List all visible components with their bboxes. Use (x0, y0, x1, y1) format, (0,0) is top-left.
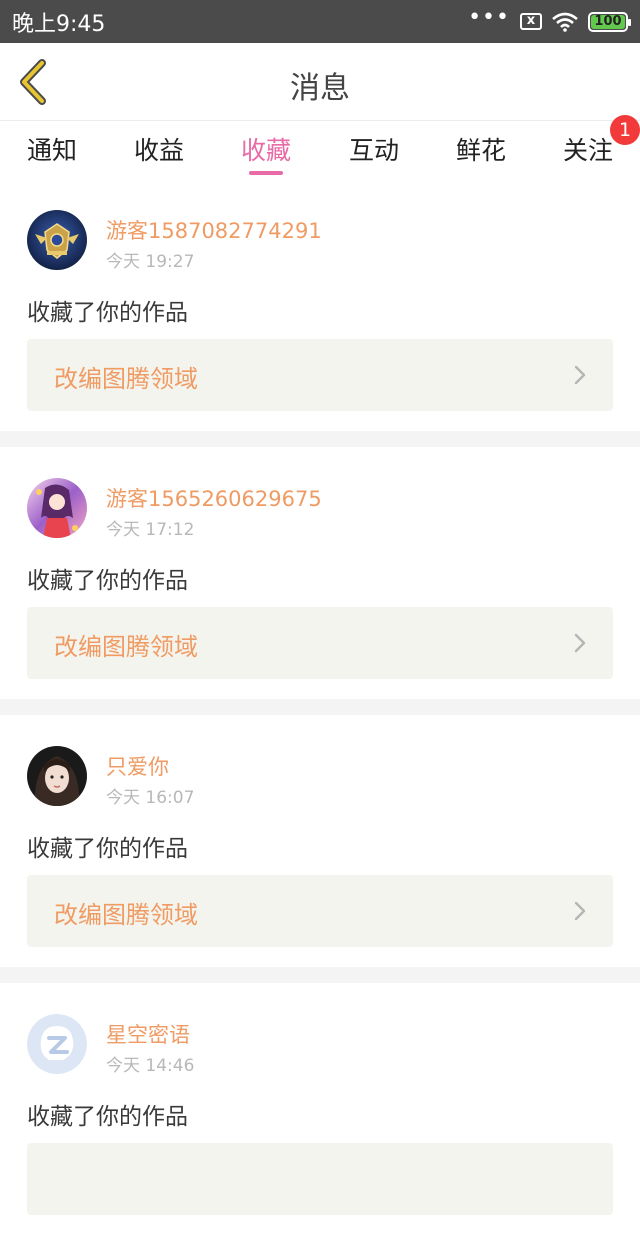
message-card: 游客1587082774291 今天 19:27 收藏了你的作品 改编图腾领域 (0, 179, 640, 431)
battery-icon: 100 (588, 11, 631, 32)
avatar[interactable] (27, 478, 87, 538)
tab-bar: 通知 收益 收藏 互动 鲜花 关注 1 (0, 115, 640, 179)
default-avatar-icon (27, 1014, 87, 1074)
tab-earnings[interactable]: 收益 (119, 131, 199, 167)
username[interactable]: 游客1565260629675 (106, 483, 322, 513)
tab-notifications[interactable]: 通知 (12, 131, 92, 167)
work-link[interactable]: 改编图腾领域 (27, 875, 613, 947)
header: 消息 (0, 43, 640, 121)
message-time: 今天 19:27 (106, 252, 195, 272)
work-title: 改编图腾领域 (54, 901, 198, 929)
avatar[interactable] (27, 210, 87, 270)
username[interactable]: 只爱你 (106, 751, 169, 781)
active-tab-indicator (249, 171, 283, 175)
message-card: 游客1565260629675 今天 17:12 收藏了你的作品 改编图腾领域 (0, 447, 640, 699)
portrait-avatar-icon (27, 746, 87, 806)
message-text: 收藏了你的作品 (27, 1104, 188, 1130)
status-bar: 晚上9:45 ••• x 100 (0, 0, 640, 43)
sim-icon: x (520, 13, 542, 30)
chevron-right-icon (574, 633, 586, 653)
divider (0, 967, 640, 983)
message-card: 只爱你 今天 16:07 收藏了你的作品 改编图腾领域 (0, 715, 640, 967)
message-time: 今天 14:46 (106, 1056, 195, 1076)
message-list: 游客1587082774291 今天 19:27 收藏了你的作品 改编图腾领域 (0, 179, 640, 1235)
username[interactable]: 游客1587082774291 (106, 215, 322, 245)
work-link[interactable]: 改编图腾领域 (27, 339, 613, 411)
work-link[interactable] (27, 1143, 613, 1215)
battery-level: 100 (591, 14, 625, 29)
divider (0, 699, 640, 715)
message-time: 今天 17:12 (106, 520, 195, 540)
work-link[interactable]: 改编图腾领域 (27, 607, 613, 679)
wifi-icon (552, 12, 578, 32)
work-title: 改编图腾领域 (54, 365, 198, 393)
message-text: 收藏了你的作品 (27, 568, 188, 594)
anime-girl-avatar-icon (27, 478, 87, 538)
message-text: 收藏了你的作品 (27, 836, 188, 862)
message-time: 今天 16:07 (106, 788, 195, 808)
page-title: 消息 (290, 71, 350, 106)
chevron-right-icon (574, 901, 586, 921)
message-text: 收藏了你的作品 (27, 300, 188, 326)
work-title: 改编图腾领域 (54, 633, 198, 661)
tab-interactions[interactable]: 互动 (334, 131, 414, 167)
tab-favorites[interactable]: 收藏 (226, 131, 306, 167)
tab-flowers[interactable]: 鲜花 (441, 131, 521, 167)
divider (0, 431, 640, 447)
game-emblem-avatar-icon (27, 210, 87, 270)
message-card: 星空密语 今天 14:46 收藏了你的作品 (0, 983, 640, 1235)
status-icons: ••• x 100 (468, 6, 631, 32)
chevron-right-icon (574, 365, 586, 385)
username[interactable]: 星空密语 (106, 1019, 190, 1049)
more-dots-icon: ••• (468, 4, 510, 30)
avatar[interactable] (27, 1014, 87, 1074)
status-time: 晚上9:45 (12, 11, 106, 37)
avatar[interactable] (27, 746, 87, 806)
following-badge: 1 (610, 115, 640, 145)
